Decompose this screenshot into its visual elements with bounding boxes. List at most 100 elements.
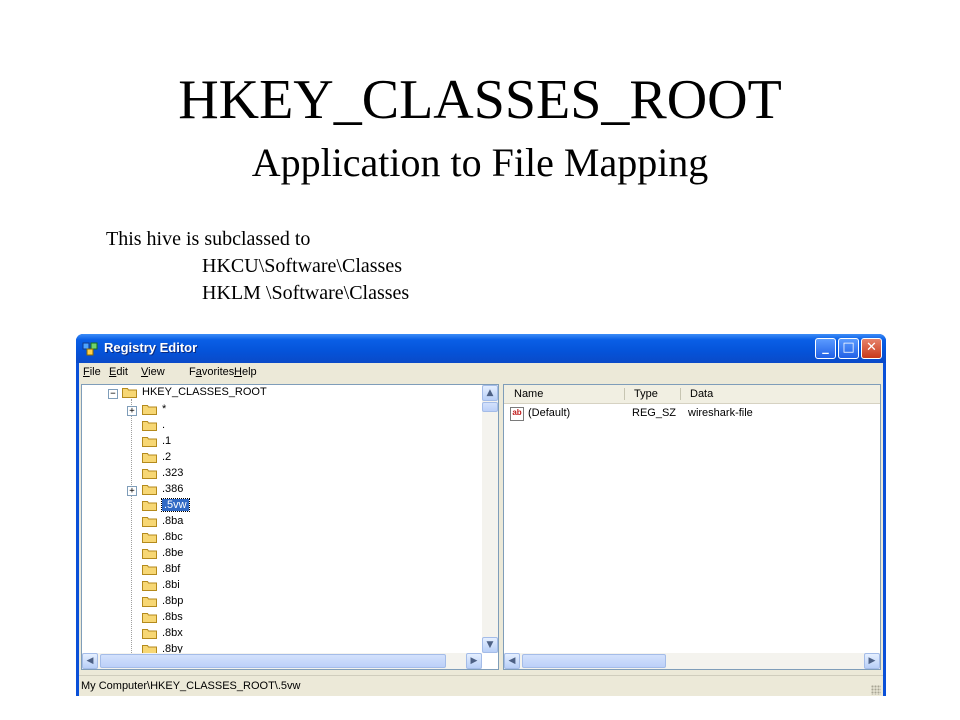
tree-item[interactable]: .8bf <box>82 562 482 578</box>
list-horizontal-scrollbar[interactable]: ◀ ▶ <box>504 653 880 669</box>
tree-root-label: HKEY_CLASSES_ROOT <box>142 386 267 398</box>
tree-item[interactable]: .1 <box>82 434 482 450</box>
folder-icon <box>142 581 157 591</box>
tree-item[interactable]: .8bx <box>82 626 482 642</box>
tree-item[interactable]: .8bi <box>82 578 482 594</box>
body-line-1: This hive is subclassed to <box>106 228 311 250</box>
tree-item[interactable]: .8ba <box>82 514 482 530</box>
tree-item-label: .8bi <box>162 579 180 591</box>
folder-icon <box>142 437 157 447</box>
folder-icon <box>142 549 157 559</box>
folder-icon <box>142 517 157 527</box>
menu-help[interactable]: Help <box>234 366 257 378</box>
scroll-right-button[interactable]: ▶ <box>466 653 482 669</box>
folder-icon <box>142 485 157 495</box>
menu-view[interactable]: View <box>141 366 165 378</box>
tree-item-label: .2 <box>162 451 172 463</box>
tree-item-label: .1 <box>162 435 172 447</box>
folder-icon <box>142 469 157 479</box>
scroll-left-button[interactable]: ◀ <box>504 653 520 669</box>
body-line-3: HKLM \Software\Classes <box>202 282 410 304</box>
tree-item-label: .8bp <box>162 595 184 607</box>
scroll-left-button[interactable]: ◀ <box>82 653 98 669</box>
tree-item-label: .8be <box>162 547 184 559</box>
body-line-2: HKCU\Software\Classes <box>202 255 402 277</box>
tree-item-label: .323 <box>162 467 184 479</box>
tree-item-label: .386 <box>162 483 184 495</box>
column-type[interactable]: Type <box>634 388 658 400</box>
column-separator[interactable] <box>624 388 625 400</box>
tree-root-row[interactable]: − HKEY_CLASSES_ROOT <box>82 385 482 401</box>
tree-item-label: .8bx <box>162 627 183 639</box>
column-separator[interactable] <box>680 388 681 400</box>
window-title: Registry Editor <box>104 340 198 355</box>
menu-file-label: ile <box>89 366 101 378</box>
tree-item-label: . <box>162 419 166 431</box>
tree-vertical-scrollbar[interactable]: ▲ ▼ <box>482 385 498 653</box>
open-folder-icon <box>142 501 157 511</box>
menu-view-label: iew <box>148 366 165 378</box>
folder-icon <box>142 629 157 639</box>
registry-icon <box>82 342 98 356</box>
maximize-button[interactable]: □ <box>838 338 859 359</box>
minimize-button[interactable]: _ <box>815 338 836 359</box>
tree-item-label: .8bc <box>162 531 183 543</box>
open-folder-icon <box>122 388 137 398</box>
scroll-down-button[interactable]: ▼ <box>482 637 498 653</box>
window-client: File Edit View Favorites Help − HKEY_CLA… <box>79 363 883 696</box>
value-type: REG_SZ <box>632 407 677 419</box>
column-name[interactable]: Name <box>514 388 543 400</box>
list-hscroll-thumb[interactable] <box>522 654 666 668</box>
menu-file-accel: F <box>83 366 90 378</box>
scroll-right-button[interactable]: ▶ <box>864 653 880 669</box>
menu-help-accel: H <box>234 366 242 378</box>
tree-item[interactable]: .8bs <box>82 610 482 626</box>
slide-subtitle: Application to File Mapping <box>251 140 709 185</box>
tree-item-label: .5vw <box>161 498 190 512</box>
tree-item[interactable]: .8be <box>82 546 482 562</box>
folder-icon <box>142 565 157 575</box>
list-header: Name Type Data <box>504 385 880 404</box>
folder-icon <box>142 453 157 463</box>
menu-help-label: elp <box>241 366 257 378</box>
status-path: My Computer\HKEY_CLASSES_ROOT\.5vw <box>81 680 301 692</box>
value-list-pane[interactable]: Name Type Data ab (Default) REG_SZ wires… <box>503 384 881 670</box>
folder-icon <box>142 613 157 623</box>
status-bar: My Computer\HKEY_CLASSES_ROOT\.5vw <box>79 675 883 697</box>
menu-file[interactable]: File <box>83 366 101 378</box>
tree-horizontal-scrollbar[interactable]: ◀ ▶ <box>82 653 482 669</box>
menu-edit-label: dit <box>116 366 128 378</box>
tree-item[interactable]: .8bp <box>82 594 482 610</box>
tree-item[interactable]: .2 <box>82 450 482 466</box>
slide-body: This hive is subclassed to HKCU\Software… <box>106 226 409 307</box>
list-item[interactable]: ab (Default) REG_SZ wireshark-file <box>504 406 880 422</box>
tree-item[interactable]: + .386 <box>82 482 482 498</box>
expand-icon[interactable]: + <box>127 406 137 416</box>
menu-favorites[interactable]: Favorites <box>189 366 234 378</box>
scroll-up-button[interactable]: ▲ <box>482 385 498 401</box>
tree-vscroll-thumb[interactable] <box>482 402 498 412</box>
tree-item[interactable]: .5vw <box>82 498 482 514</box>
folder-icon <box>142 421 157 431</box>
tree-item[interactable]: . <box>82 418 482 434</box>
close-button[interactable]: ✕ <box>861 338 882 359</box>
value-name: (Default) <box>528 407 571 419</box>
tree-item[interactable]: + * <box>82 402 482 418</box>
menu-edit[interactable]: Edit <box>109 366 128 378</box>
column-data[interactable]: Data <box>690 388 713 400</box>
tree-item-label: .8bs <box>162 611 183 623</box>
folder-icon <box>142 597 157 607</box>
collapse-icon[interactable]: − <box>108 389 118 399</box>
folder-icon <box>142 533 157 543</box>
tree-hscroll-thumb[interactable] <box>100 654 446 668</box>
resize-grip-icon[interactable] <box>871 685 881 695</box>
menu-favorites-pre: F <box>189 366 196 378</box>
title-bar[interactable]: Registry Editor _ □ ✕ <box>76 334 886 363</box>
tree-item[interactable]: .8bc <box>82 530 482 546</box>
key-tree-pane[interactable]: − HKEY_CLASSES_ROOT + *. .1 .2 .323 + .386 .5vw… <box>81 384 499 670</box>
tree-item-label: .8bf <box>162 563 181 575</box>
string-value-icon: ab <box>510 407 524 421</box>
menu-favorites-label: vorites <box>201 366 235 378</box>
tree-item[interactable]: .323 <box>82 466 482 482</box>
expand-icon[interactable]: + <box>127 486 137 496</box>
